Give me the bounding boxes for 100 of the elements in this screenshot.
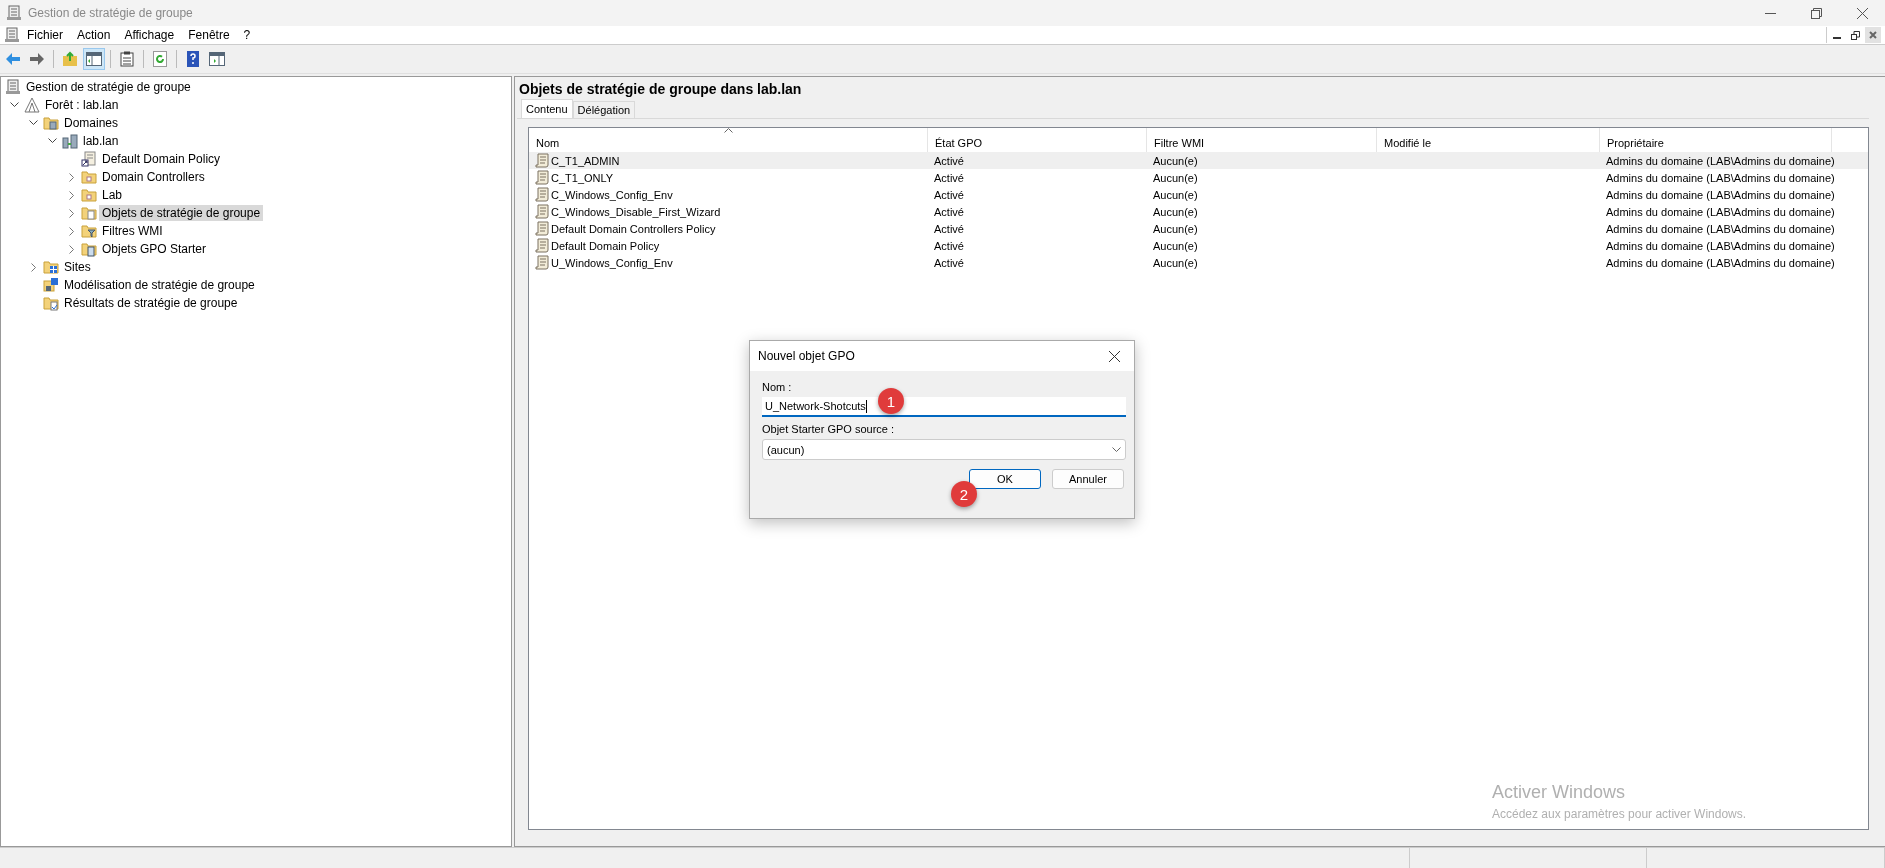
table-cell: Default Domain Controllers Policy <box>551 222 716 235</box>
help-icon <box>187 51 199 67</box>
chevron-down-icon <box>1112 447 1121 452</box>
minimize-icon <box>1764 12 1776 14</box>
modeling-icon <box>43 277 59 293</box>
menu-item[interactable]: Fichier <box>20 26 70 44</box>
folder-icon <box>81 223 97 239</box>
tree-item[interactable]: Lab <box>99 187 126 203</box>
table-cell: Default Domain Policy <box>551 239 660 252</box>
tab[interactable]: Délégation <box>572 101 636 118</box>
table-row[interactable]: C_T1_ONLY Activé Aucun(e) Admins du domaine (LAB\Admins du domaine) <box>529 169 1868 186</box>
table-cell: Activé <box>934 205 964 218</box>
scroll-document-icon <box>535 221 549 236</box>
dialog-button[interactable]: Annuler <box>1052 469 1124 489</box>
table-cell: Activé <box>934 188 964 201</box>
table-cell: Activé <box>934 239 964 252</box>
table-cell: Aucun(e) <box>1153 222 1198 235</box>
table-cell: Activé <box>934 256 964 269</box>
scroll-document-icon <box>535 170 549 185</box>
scroll-document-icon <box>535 187 549 202</box>
content-heading: Objets de stratégie de groupe dans lab.lan <box>518 80 803 99</box>
action-pane-icon <box>209 52 225 66</box>
chevron-down-icon[interactable] <box>29 120 38 126</box>
chevron-down-icon[interactable] <box>48 138 57 144</box>
tree-item[interactable]: Sites <box>61 259 94 275</box>
folder-icon <box>43 259 59 275</box>
table-cell: Activé <box>934 222 964 235</box>
table-row[interactable]: C_T1_ADMIN Activé Aucun(e) Admins du domaine (LAB\Admins du domaine) <box>529 152 1868 169</box>
refresh-icon <box>153 51 167 67</box>
tree-item[interactable]: Filtres WMI <box>99 223 166 239</box>
domain-icon <box>62 133 78 149</box>
chevron-down-icon[interactable] <box>10 102 19 108</box>
table-cell: Aucun(e) <box>1153 256 1198 269</box>
chevron-right-icon[interactable] <box>68 226 75 236</box>
scroll-document-icon <box>535 255 549 270</box>
table-row[interactable]: C_Windows_Disable_First_Wizard Activé Aucun(e) Admins du domaine (LAB\Admins du domaine) <box>529 203 1868 220</box>
table-cell: Admins du domaine (LAB\Admins du domaine) <box>1606 154 1835 167</box>
tree-item[interactable]: Objets GPO Starter <box>99 241 210 257</box>
table-cell: C_T1_ONLY <box>551 171 614 184</box>
table-cell: Admins du domaine (LAB\Admins du domaine) <box>1606 171 1835 184</box>
console-icon <box>6 5 22 21</box>
step-marker: 1 <box>878 388 904 414</box>
chevron-right-icon[interactable] <box>68 190 75 200</box>
table-cell: Aucun(e) <box>1153 239 1198 252</box>
forward-arrow-icon <box>29 52 45 66</box>
chevron-right-icon[interactable] <box>68 208 75 218</box>
scroll-document-icon <box>535 238 549 253</box>
tab[interactable]: Contenu <box>521 99 573 118</box>
menu-item[interactable]: ? <box>236 26 258 44</box>
table-row[interactable]: C_Windows_Config_Env Activé Aucun(e) Admins du domaine (LAB\Admins du domaine) <box>529 186 1868 203</box>
close-icon <box>1108 350 1120 362</box>
tree-pane-icon <box>86 52 102 66</box>
domains-folder-icon <box>43 115 59 131</box>
table-cell: C_T1_ADMIN <box>551 154 620 167</box>
source-dropdown[interactable]: (aucun) <box>762 439 1126 460</box>
forest-icon <box>24 97 40 113</box>
table-row[interactable]: Default Domain Controllers Policy Activé Aucun(e) Admins du domaine (LAB\Admins du domaine) <box>529 220 1868 237</box>
restore-icon <box>1810 7 1822 19</box>
table-cell: Aucun(e) <box>1153 171 1198 184</box>
activation-text: Accédez aux paramètres pour activer Windows. <box>1492 807 1747 821</box>
dialog-button[interactable]: OK <box>969 469 1041 489</box>
chevron-right-icon[interactable] <box>68 172 75 182</box>
table-cell: Aucun(e) <box>1153 154 1198 167</box>
folder-icon <box>81 187 97 203</box>
tree-item[interactable]: Domaines <box>61 115 122 131</box>
tree-item[interactable]: lab.lan <box>80 133 122 149</box>
scroll-document-icon <box>535 204 549 219</box>
folder-icon <box>81 205 97 221</box>
tree-item[interactable]: Domain Controllers <box>99 169 208 185</box>
menu-item[interactable]: Action <box>70 26 118 44</box>
table-cell: C_Windows_Config_Env <box>551 188 673 201</box>
table-cell: Admins du domaine (LAB\Admins du domaine) <box>1606 205 1835 218</box>
tree-item[interactable]: Modélisation de stratégie de groupe <box>61 277 258 293</box>
menu-item[interactable]: Affichage <box>117 26 182 44</box>
close-button[interactable] <box>1865 27 1881 43</box>
table-cell: Aucun(e) <box>1153 188 1198 201</box>
toolbar-button[interactable] <box>83 48 105 70</box>
table-cell: Aucun(e) <box>1153 205 1198 218</box>
folder-icon <box>81 241 97 257</box>
chevron-right-icon[interactable] <box>30 262 37 272</box>
console-icon <box>5 79 21 95</box>
tree-item[interactable]: Objets de stratégie de groupe <box>99 205 264 221</box>
table-cell: Admins du domaine (LAB\Admins du domaine) <box>1606 222 1835 235</box>
table-cell: Admins du domaine (LAB\Admins du domaine) <box>1606 239 1835 252</box>
tree-item[interactable]: Forêt : lab.lan <box>42 97 122 113</box>
linked-document-icon <box>81 151 97 167</box>
chevron-right-icon[interactable] <box>68 244 75 254</box>
tree-item[interactable]: Gestion de stratégie de groupe <box>23 79 194 95</box>
scroll-document-icon <box>535 153 549 168</box>
table-cell: C_Windows_Disable_First_Wizard <box>551 205 721 218</box>
tree-item[interactable]: Default Domain Policy <box>99 151 224 167</box>
tree-item[interactable]: Résultats de stratégie de groupe <box>61 295 241 311</box>
clipboard-icon <box>120 51 134 67</box>
folder-up-icon <box>62 51 78 67</box>
table-row[interactable]: Default Domain Policy Activé Aucun(e) Admins du domaine (LAB\Admins du domaine) <box>529 237 1868 254</box>
field-label: Objet Starter GPO source : <box>762 423 896 435</box>
menu-item[interactable]: Fenêtre <box>181 26 237 44</box>
window-title: Gestion de stratégie de groupe <box>28 6 193 20</box>
table-row[interactable]: U_Windows_Config_Env Activé Aucun(e) Admins du domaine (LAB\Admins du domaine) <box>529 254 1868 271</box>
table-cell: Activé <box>934 171 964 184</box>
